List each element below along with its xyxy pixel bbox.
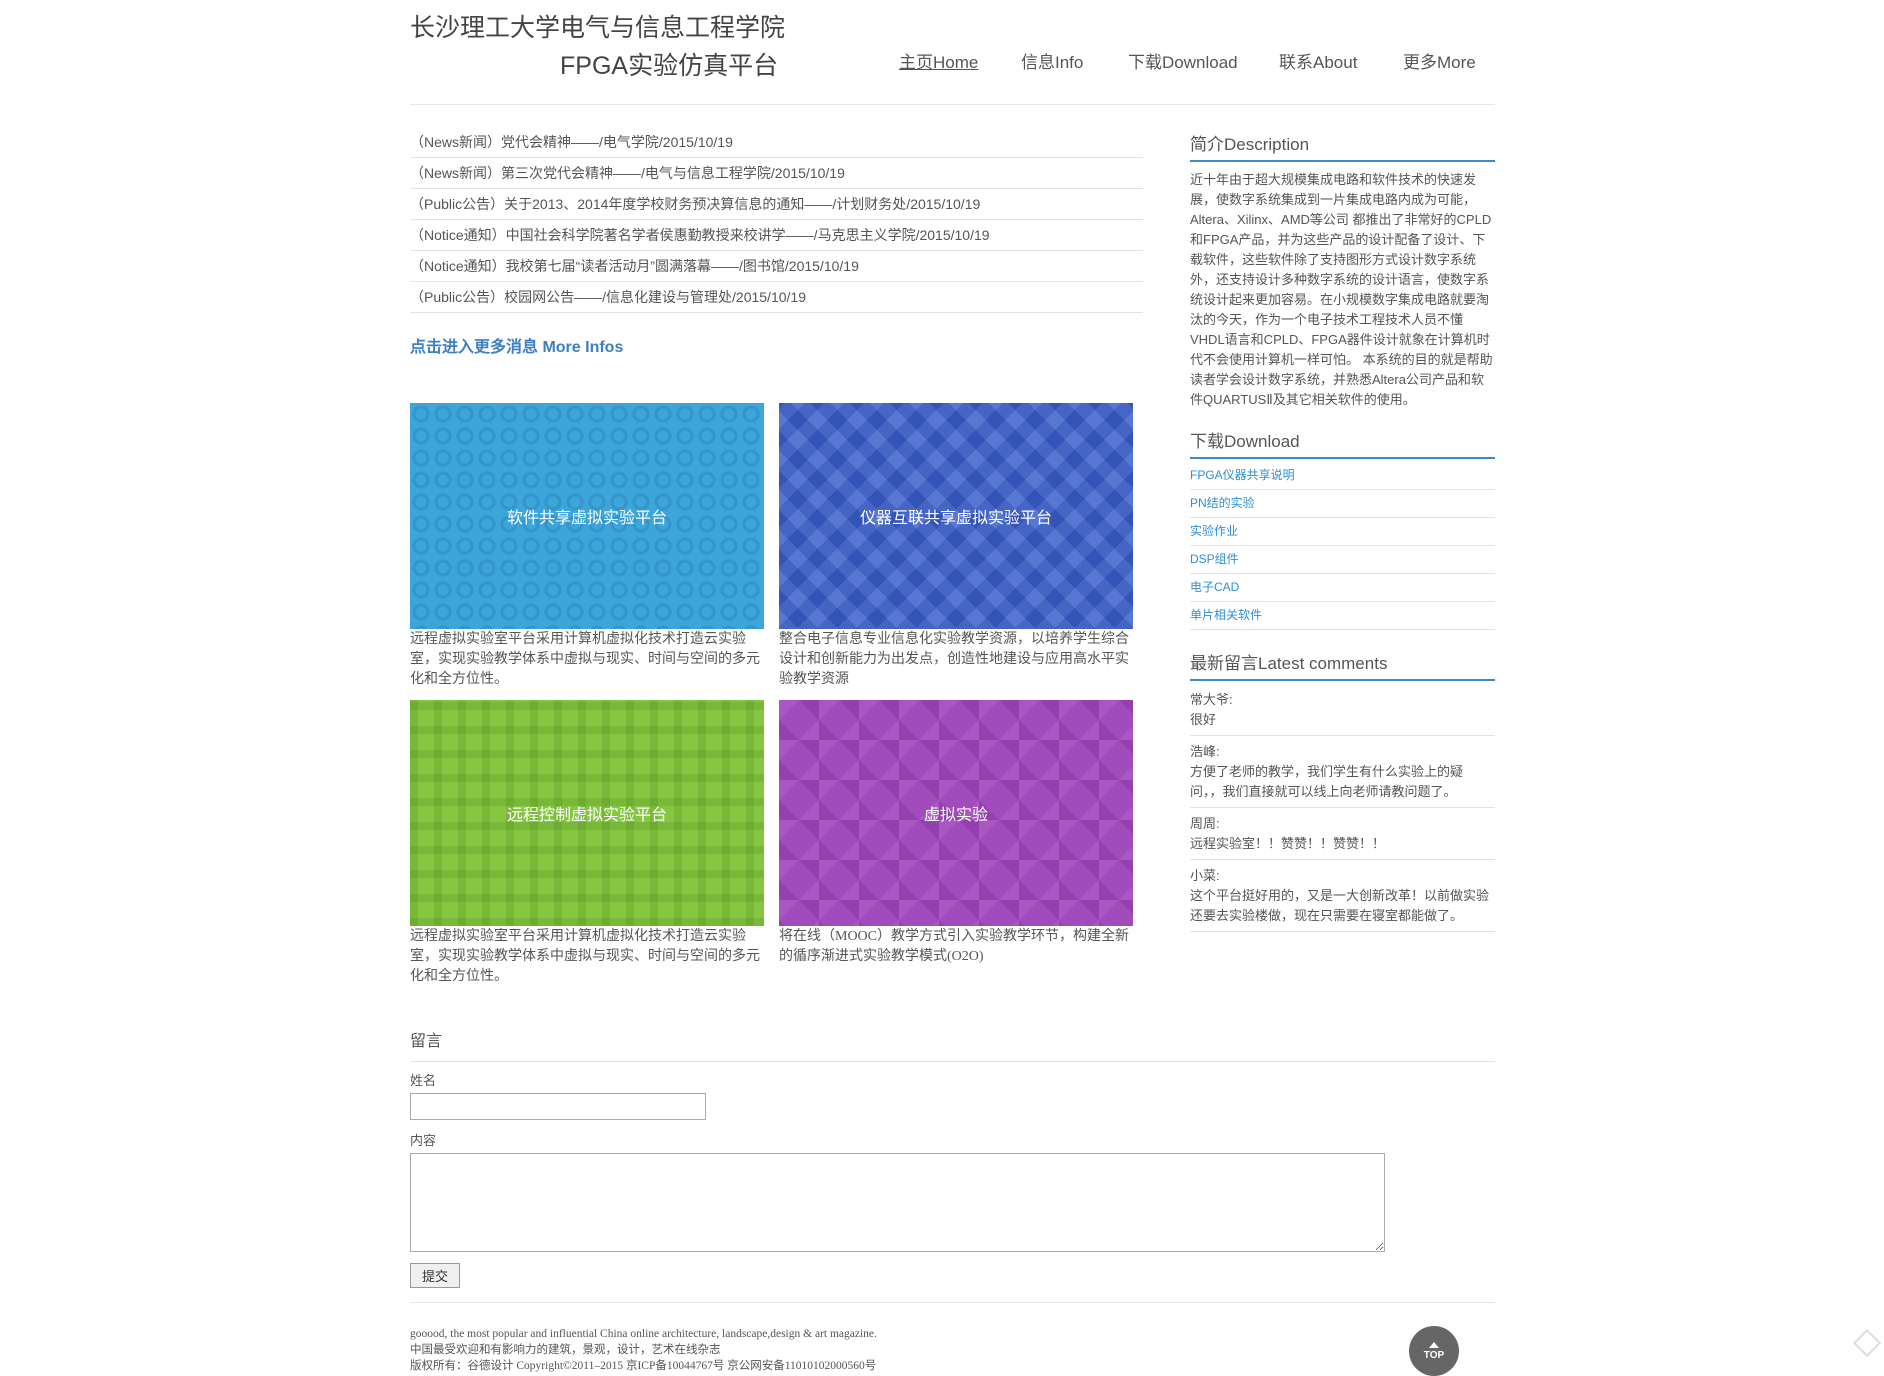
site-title-line1: 长沙理工大学电气与信息工程学院 bbox=[410, 14, 786, 42]
footer-line: gooood, the most popular and influential… bbox=[410, 1328, 877, 1340]
platform-tile-title: 仪器互联共享虚拟实验平台 bbox=[859, 510, 1052, 527]
platform-tile-title: 虚拟实验 bbox=[923, 807, 988, 824]
header: 长沙理工大学电气与信息工程学院 FPGA实验仿真平台 主页Home 信息Info… bbox=[410, 0, 1495, 105]
comment-text: 远程实验室！！赞赞！！赞赞！！ bbox=[1190, 836, 1386, 851]
news-item[interactable]: （News新闻）党代会精神——/电气学院/2015/10/19 bbox=[410, 127, 1143, 158]
comment-item: 浩峰: 方便了老师的教学，我们学生有什么实验上的疑问，，我们直接就可以线上向老师… bbox=[1190, 736, 1495, 808]
divider bbox=[410, 1061, 1495, 1062]
download-link[interactable]: 单片相关软件 bbox=[1190, 602, 1495, 630]
news-item[interactable]: （News新闻）第三次党代会精神——/电气与信息工程学院/2015/10/19 bbox=[410, 158, 1143, 189]
platform-tile-title: 软件共享虚拟实验平台 bbox=[506, 510, 667, 527]
description-heading: 简介Description bbox=[1190, 130, 1495, 162]
platform-desc: 远程虚拟实验室平台采用计算机虚拟化技术打造云实验室，实现实验教学体系中虚拟与现实… bbox=[410, 929, 760, 984]
diamond-icon bbox=[1852, 1328, 1882, 1358]
description-text: 近十年由于超大规模集成电路和软件技术的快速发展，使数字系统集成到一片集成电路内成… bbox=[1190, 172, 1493, 407]
name-label: 姓名 bbox=[410, 1073, 437, 1088]
download-list: FPGA仪器共享说明 PN结的实验 实验作业 DSP组件 电子CAD 单片相关软… bbox=[1190, 462, 1495, 630]
download-link[interactable]: DSP组件 bbox=[1190, 546, 1495, 574]
news-list: （News新闻）党代会精神——/电气学院/2015/10/19 （News新闻）… bbox=[410, 127, 1143, 313]
comments-list: 常大爷: 很好 浩峰: 方便了老师的教学，我们学生有什么实验上的疑问，，我们直接… bbox=[1190, 684, 1495, 932]
comment-author: 小菜: bbox=[1190, 868, 1220, 883]
footer-text: gooood, the most popular and influential… bbox=[410, 1326, 877, 1374]
more-infos-link[interactable]: 点击进入更多消息 More Infos bbox=[410, 333, 623, 357]
platform-tile[interactable]: 远程控制虚拟实验平台 bbox=[410, 700, 764, 926]
comment-text: 这个平台挺好用的，又是一大创新改革！以前做实验还要去实验楼做，现在只需要在寝室都… bbox=[1190, 888, 1490, 923]
platform-card-software: 软件共享虚拟实验平台 远程虚拟实验室平台采用计算机虚拟化技术打造云实验室，实现实… bbox=[410, 403, 764, 690]
site-title-line2: FPGA实验仿真平台 bbox=[560, 52, 779, 80]
platform-desc: 将在线（MOOC）教学方式引入实验教学环节，构建全新的循序渐进式实验教学模式(O… bbox=[779, 929, 1130, 964]
download-link[interactable]: 电子CAD bbox=[1190, 574, 1495, 602]
comment-item: 周周: 远程实验室！！赞赞！！赞赞！！ bbox=[1190, 808, 1495, 860]
download-link[interactable]: 实验作业 bbox=[1190, 518, 1495, 546]
divider bbox=[410, 1302, 1495, 1303]
footer-line: 中国最受欢迎和有影响力的建筑，景观，设计，艺术在线杂志 bbox=[410, 1344, 721, 1356]
comment-author: 常大爷: bbox=[1190, 692, 1233, 707]
nav-about[interactable]: 联系About bbox=[1279, 48, 1357, 73]
comment-item: 常大爷: 很好 bbox=[1190, 684, 1495, 736]
footer-line: 版权所有：谷德设计 Copyright©2011–2015 京ICP备10044… bbox=[410, 1360, 877, 1372]
download-link[interactable]: FPGA仪器共享说明 bbox=[1190, 462, 1495, 490]
nav-info[interactable]: 信息Info bbox=[1021, 48, 1083, 73]
content-textarea[interactable] bbox=[410, 1153, 1385, 1252]
page-container: 长沙理工大学电气与信息工程学院 FPGA实验仿真平台 主页Home 信息Info… bbox=[410, 0, 1495, 1372]
news-item[interactable]: （Public公告）校园网公告——/信息化建设与管理处/2015/10/19 bbox=[410, 282, 1143, 313]
comments-heading: 最新留言Latest comments bbox=[1190, 649, 1495, 681]
comment-author: 浩峰: bbox=[1190, 744, 1220, 759]
platform-card-instrument: 仪器互联共享虚拟实验平台 整合电子信息专业信息化实验教学资源，以培养学生综合设计… bbox=[779, 403, 1133, 690]
comment-text: 方便了老师的教学，我们学生有什么实验上的疑问，，我们直接就可以线上向老师请教问题… bbox=[1190, 764, 1464, 799]
platform-card-virtual: 虚拟实验 将在线（MOOC）教学方式引入实验教学环节，构建全新的循序渐进式实验教… bbox=[779, 700, 1133, 967]
platform-tile[interactable]: 虚拟实验 bbox=[779, 700, 1133, 926]
download-heading: 下载Download bbox=[1190, 427, 1495, 459]
platform-desc: 整合电子信息专业信息化实验教学资源，以培养学生综合设计和创新能力为出发点，创造性… bbox=[779, 632, 1129, 687]
download-link[interactable]: PN结的实验 bbox=[1190, 490, 1495, 518]
back-to-top-button[interactable]: TOP bbox=[1409, 1326, 1459, 1376]
content-label: 内容 bbox=[410, 1133, 437, 1148]
news-item[interactable]: （Public公告）关于2013、2014年度学校财务预决算信息的通知——/计划… bbox=[410, 189, 1143, 220]
platform-card-remote-control: 远程控制虚拟实验平台 远程虚拟实验室平台采用计算机虚拟化技术打造云实验室，实现实… bbox=[410, 700, 764, 987]
arrow-up-icon bbox=[1429, 1341, 1439, 1348]
submit-button[interactable]: 提交 bbox=[410, 1263, 460, 1288]
platform-tile-title: 远程控制虚拟实验平台 bbox=[506, 807, 667, 824]
news-item[interactable]: （Notice通知）我校第七届“读者活动月”圆满落幕——/图书馆/2015/10… bbox=[410, 251, 1143, 282]
platform-tile[interactable]: 仪器互联共享虚拟实验平台 bbox=[779, 403, 1133, 629]
comment-text: 很好 bbox=[1190, 712, 1217, 727]
platform-tile[interactable]: 软件共享虚拟实验平台 bbox=[410, 403, 764, 629]
nav-home[interactable]: 主页Home bbox=[899, 48, 978, 73]
comment-author: 周周: bbox=[1190, 816, 1220, 831]
message-form-title: 留言 bbox=[410, 1033, 443, 1050]
comment-item: 小菜: 这个平台挺好用的，又是一大创新改革！以前做实验还要去实验楼做，现在只需要… bbox=[1190, 860, 1495, 932]
back-to-top-label: TOP bbox=[1423, 1349, 1445, 1361]
nav-download[interactable]: 下载Download bbox=[1128, 48, 1238, 73]
sidebar: 简介Description 近十年由于超大规模集成电路和软件技术的快速发展，使数… bbox=[1190, 130, 1495, 932]
nav-more[interactable]: 更多More bbox=[1403, 48, 1476, 73]
name-input[interactable] bbox=[410, 1093, 706, 1120]
platform-desc: 远程虚拟实验室平台采用计算机虚拟化技术打造云实验室，实现实验教学体系中虚拟与现实… bbox=[410, 632, 760, 687]
news-item[interactable]: （Notice通知）中国社会科学院著名学者侯惠勤教授来校讲学——/马克思主义学院… bbox=[410, 220, 1143, 251]
